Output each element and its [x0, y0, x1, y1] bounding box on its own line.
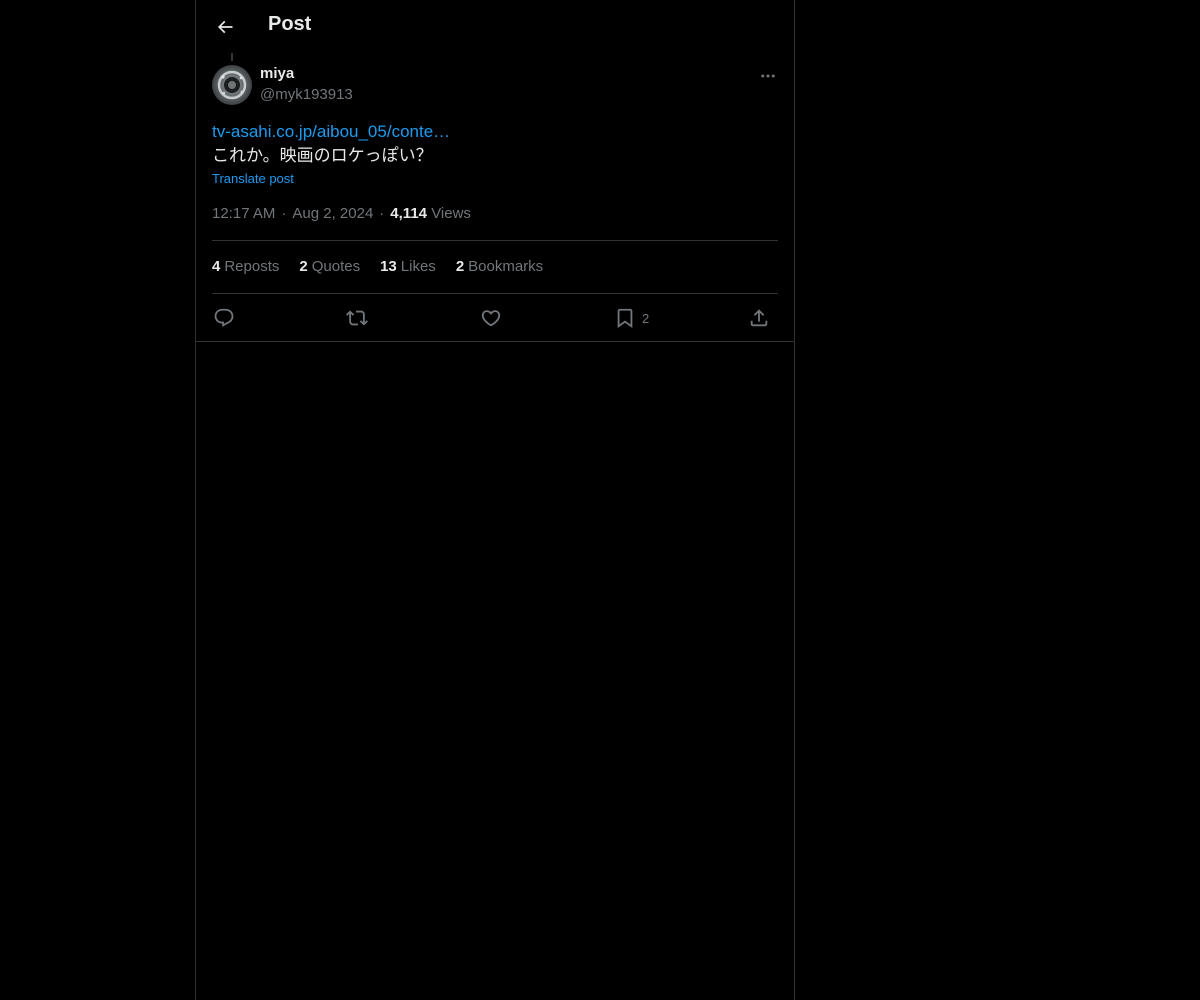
- meta-separator: ·: [281, 205, 287, 222]
- stat-bookmarks[interactable]: 2 Bookmarks: [456, 258, 543, 275]
- reply-button[interactable]: [213, 304, 241, 332]
- views-label: Views: [431, 205, 471, 222]
- bookmark-count: 2: [642, 310, 650, 326]
- action-bar: 2: [212, 304, 778, 332]
- stat-label: Bookmarks: [468, 258, 544, 275]
- repost-icon: [346, 307, 368, 329]
- like-button[interactable]: [480, 304, 508, 332]
- stat-label: Reposts: [224, 258, 280, 275]
- stat-quotes[interactable]: 2 Quotes: [299, 258, 360, 275]
- stat-label: Quotes: [311, 258, 361, 275]
- thread-connector-line: [231, 53, 233, 61]
- divider: [212, 293, 778, 294]
- stat-reposts[interactable]: 4 Reposts: [212, 258, 279, 275]
- bookmark-icon: [614, 307, 636, 329]
- author-handle[interactable]: @myk193913: [260, 86, 353, 103]
- post-body: tv-asahi.co.jp/aibou_05/conte… これか。映画のロケ…: [212, 120, 778, 168]
- post-time[interactable]: 12:17 AM: [212, 205, 275, 222]
- avatar[interactable]: [212, 65, 252, 105]
- stat-count: 2: [455, 258, 465, 275]
- reply-icon: [213, 307, 235, 329]
- stat-count: 4: [212, 258, 221, 275]
- post-meta: 12:17 AM · Aug 2, 2024 · 4,114 Views: [212, 205, 471, 222]
- translate-post-link[interactable]: Translate post: [212, 171, 294, 186]
- author-name[interactable]: miya: [260, 65, 294, 82]
- more-horizontal-icon: [759, 67, 777, 85]
- engagement-stats: 4 Reposts 2 Quotes 13 Likes 2 Bookmarks: [212, 258, 543, 275]
- meta-separator: ·: [379, 205, 385, 222]
- stat-likes[interactable]: 13 Likes: [380, 258, 436, 275]
- share-icon: [748, 307, 770, 329]
- repost-button[interactable]: [346, 304, 374, 332]
- post-detail-column: Post miya @myk193913 tv-asahi.co.jp/aibo…: [195, 0, 795, 1000]
- divider: [212, 240, 778, 241]
- views-count: 4,114: [390, 205, 428, 222]
- more-options-button[interactable]: [756, 64, 780, 88]
- stat-label: Likes: [400, 258, 436, 275]
- page-header: Post: [196, 0, 794, 53]
- share-button[interactable]: [748, 304, 776, 332]
- page-title: Post: [268, 13, 312, 35]
- stat-count: 13: [380, 258, 397, 275]
- heart-icon: [480, 307, 502, 329]
- bookmark-button[interactable]: 2: [614, 304, 649, 332]
- post-bottom-border: [196, 341, 794, 342]
- post-text: これか。映画のロケっぽい？: [212, 146, 433, 165]
- arrow-left-icon: [215, 17, 235, 37]
- post-date[interactable]: Aug 2, 2024: [292, 205, 373, 222]
- stat-count: 2: [299, 258, 308, 275]
- post-link[interactable]: tv-asahi.co.jp/aibou_05/conte…: [212, 120, 778, 144]
- back-button[interactable]: [208, 10, 242, 44]
